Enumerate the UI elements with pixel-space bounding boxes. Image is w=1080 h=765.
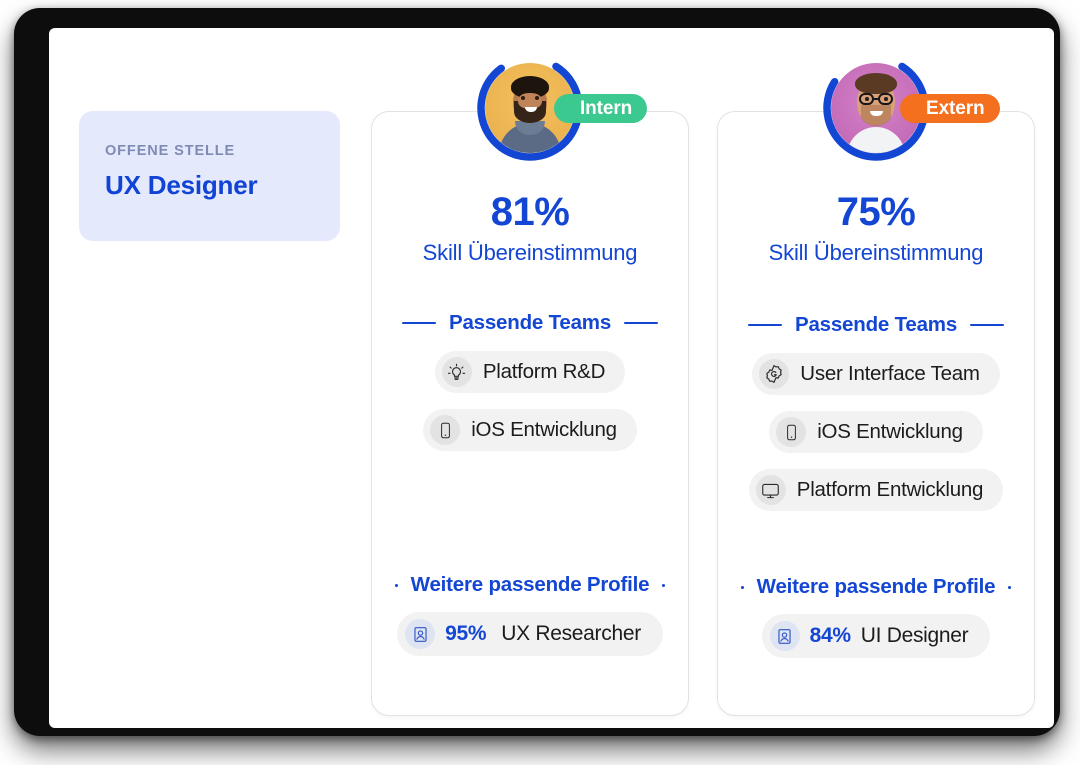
- team-pill[interactable]: Platform R&D: [434, 351, 626, 393]
- lightbulb-icon: [441, 357, 472, 387]
- open-position-card[interactable]: OFFENE STELLE UX Designer: [79, 111, 340, 241]
- match-percent: 81%: [490, 190, 570, 234]
- profiles-section-heading: Weitere passende Profile: [718, 575, 1034, 599]
- profiles-heading-text: Weitere passende Profile: [410, 573, 650, 596]
- match-label: Skill Übereinstimmung: [422, 240, 638, 265]
- team-pill[interactable]: iOS Entwicklung: [769, 411, 983, 453]
- candidate-card-external[interactable]: Extern 75% Skill Übereinstimmung Passend…: [717, 55, 1035, 716]
- team-label: Platform Entwicklung: [796, 478, 984, 501]
- team-list: Platform R&D iOS Entwicklung: [372, 351, 688, 467]
- status-badge: Extern: [900, 94, 1000, 123]
- rosette-badge-icon: [759, 359, 790, 389]
- profile-list: 84% UI Designer: [718, 614, 1034, 672]
- profiles-section-heading: Weitere passende Profile: [372, 573, 688, 597]
- teams-heading-text: Passende Teams: [448, 311, 612, 334]
- status-badge: Intern: [554, 94, 648, 123]
- profiles-heading-text: Weitere passende Profile: [756, 575, 996, 598]
- dot-left: [394, 583, 398, 587]
- profile-card-icon: [769, 621, 800, 651]
- team-label: iOS Entwicklung: [471, 418, 617, 441]
- rule-right: [970, 323, 1005, 327]
- dot-left: [740, 585, 744, 589]
- monitor-icon: [755, 475, 786, 505]
- dot-right: [1008, 585, 1012, 589]
- phone-icon: [776, 417, 807, 447]
- dot-right: [662, 583, 666, 587]
- match-percent: 75%: [836, 190, 916, 234]
- profile-score: 95%: [445, 622, 487, 645]
- phone-icon: [430, 415, 461, 445]
- rule-right: [624, 321, 659, 325]
- team-list: User Interface Team iOS Entwicklung Plat…: [718, 353, 1034, 527]
- rule-left: [401, 321, 436, 325]
- team-pill[interactable]: iOS Entwicklung: [423, 409, 637, 451]
- profile-role: UX Researcher: [501, 622, 641, 645]
- teams-section-heading: Passende Teams: [718, 313, 1034, 337]
- team-pill[interactable]: User Interface Team: [752, 353, 1000, 395]
- profile-list: 95% UX Researcher: [372, 612, 688, 670]
- profile-pill[interactable]: 84% UI Designer: [761, 614, 991, 658]
- teams-section-heading: Passende Teams: [372, 311, 688, 335]
- rule-left: [747, 323, 782, 327]
- device-bezel: OFFENE STELLE UX Designer Intern 81% Ski…: [14, 8, 1060, 736]
- team-label: User Interface Team: [800, 362, 980, 385]
- open-position-title: UX Designer: [105, 170, 258, 200]
- open-position-eyebrow: OFFENE STELLE: [105, 143, 236, 159]
- profile-pill[interactable]: 95% UX Researcher: [397, 612, 663, 656]
- candidate-card-internal[interactable]: Intern 81% Skill Übereinstimmung Passend…: [371, 55, 689, 716]
- profile-card-icon: [405, 619, 436, 649]
- team-label: iOS Entwicklung: [817, 420, 963, 443]
- profile-role: UI Designer: [860, 624, 969, 647]
- teams-heading-text: Passende Teams: [794, 313, 958, 336]
- profile-score: 84%: [809, 624, 851, 647]
- match-label: Skill Übereinstimmung: [768, 240, 984, 265]
- team-label: Platform R&D: [482, 360, 606, 383]
- screen-viewport: OFFENE STELLE UX Designer Intern 81% Ski…: [49, 28, 1054, 728]
- team-pill[interactable]: Platform Entwicklung: [748, 469, 1004, 511]
